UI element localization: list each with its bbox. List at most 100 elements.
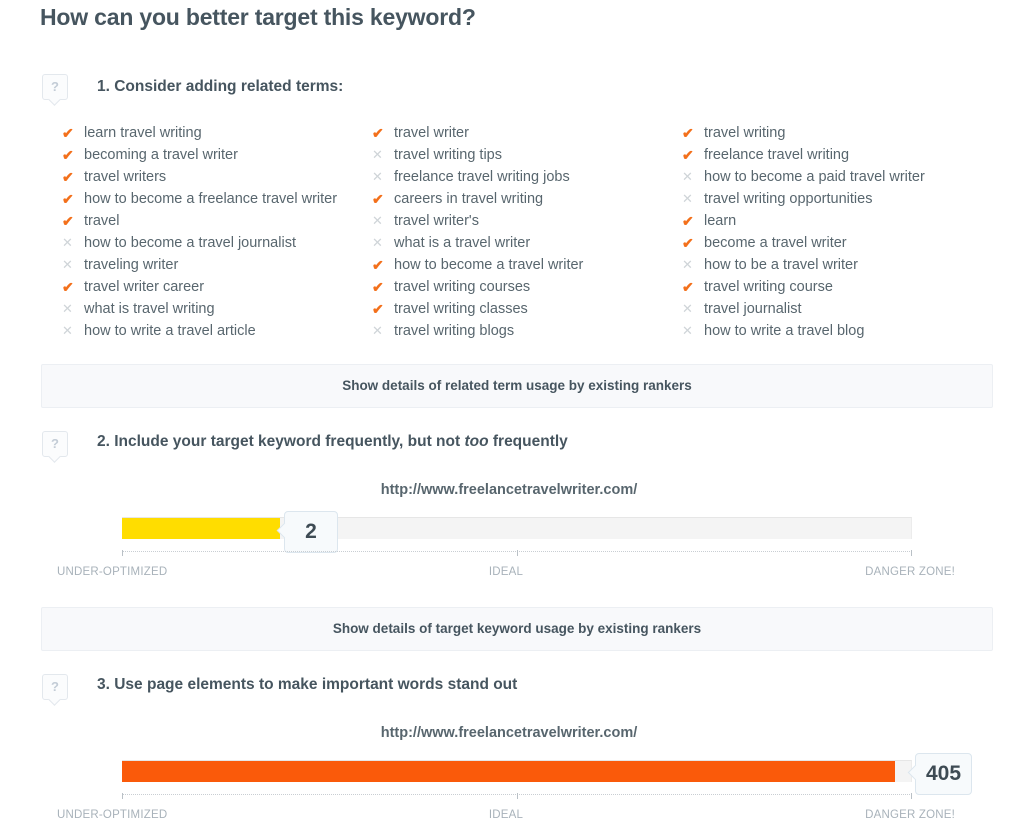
axis-label-under-optimized: UNDER-OPTIMIZED: [57, 809, 168, 821]
cross-icon: ✕: [372, 235, 383, 250]
list-item[interactable]: ✕ travel writing blogs: [372, 320, 682, 342]
check-icon: ✔: [62, 147, 74, 163]
term-label: travel writing courses: [394, 279, 531, 295]
list-item[interactable]: ✔ become a travel writer: [682, 232, 992, 254]
list-item[interactable]: ✕ how to be a travel writer: [682, 254, 992, 276]
list-item[interactable]: ✔ travel writing courses: [372, 276, 682, 298]
cross-icon: ✕: [682, 191, 693, 206]
help-icon-section-1[interactable]: ?: [42, 74, 68, 100]
gauge-2-track: [122, 760, 912, 782]
check-icon: ✔: [682, 279, 694, 295]
term-label: traveling writer: [84, 257, 179, 273]
term-label: how to write a travel blog: [704, 323, 865, 339]
axis-tick-left: [122, 793, 123, 799]
gauge-1-url: http://www.freelancetravelwriter.com/: [380, 482, 638, 498]
list-item[interactable]: ✔ how to become a freelance travel writer: [62, 188, 372, 210]
cross-icon: ✕: [372, 169, 383, 184]
section-2-heading-post: frequently: [488, 433, 568, 450]
list-item[interactable]: ✕ traveling writer: [62, 254, 372, 276]
term-label: how to become a travel journalist: [84, 235, 296, 251]
gauge-1-fill: [122, 518, 280, 539]
related-terms-column-1: ✔ learn travel writing ✔ becoming a travel…: [62, 122, 372, 342]
list-item[interactable]: ✔ learn: [682, 210, 992, 232]
cross-icon: ✕: [62, 323, 73, 338]
list-item[interactable]: ✕ travel writer's: [372, 210, 682, 232]
term-label: travel writing blogs: [394, 323, 515, 339]
term-label: becoming a travel writer: [84, 147, 238, 163]
list-item[interactable]: ✔ travel: [62, 210, 372, 232]
list-item[interactable]: ✔ travel writer career: [62, 276, 372, 298]
check-icon: ✔: [682, 125, 694, 141]
axis-label-ideal: IDEAL: [488, 566, 524, 578]
list-item[interactable]: ✕ what is travel writing: [62, 298, 372, 320]
term-label: travel writing tips: [394, 147, 502, 163]
related-terms-column-2: ✔ travel writer ✕ travel writing tips ✕ fre…: [372, 122, 682, 342]
gauge-2-fill: [122, 761, 896, 782]
cross-icon: ✕: [372, 323, 383, 338]
list-item[interactable]: ✕ travel writing opportunities: [682, 188, 992, 210]
list-item[interactable]: ✔ how to become a travel writer: [372, 254, 682, 276]
list-item[interactable]: ✕ how to write a travel blog: [682, 320, 992, 342]
list-item[interactable]: ✕ how to become a paid travel writer: [682, 166, 992, 188]
list-item[interactable]: ✔ becoming a travel writer: [62, 144, 372, 166]
term-label: travel writing opportunities: [704, 191, 873, 207]
check-icon: ✔: [682, 147, 694, 163]
list-item[interactable]: ✔ travel writer: [372, 122, 682, 144]
term-label: travel writing: [704, 125, 786, 141]
help-icon-section-2[interactable]: ?: [42, 431, 68, 457]
gauge-2-url: http://www.freelancetravelwriter.com/: [380, 725, 638, 741]
list-item[interactable]: ✔ freelance travel writing: [682, 144, 992, 166]
term-label: travel: [84, 213, 120, 229]
list-item[interactable]: ✔ travel writers: [62, 166, 372, 188]
list-item[interactable]: ✕ travel writing tips: [372, 144, 682, 166]
gauge-2-axis: [122, 793, 912, 801]
cross-icon: ✕: [682, 323, 693, 338]
term-label: travel writers: [84, 169, 167, 185]
list-item[interactable]: ✔ careers in travel writing: [372, 188, 682, 210]
term-label: how to write a travel article: [84, 323, 256, 339]
axis-label-ideal: IDEAL: [488, 809, 524, 821]
list-item[interactable]: ✔ travel writing course: [682, 276, 992, 298]
cross-icon: ✕: [682, 301, 693, 316]
related-terms-list: ✔ learn travel writing ✔ becoming a travel…: [62, 122, 1002, 342]
show-related-term-details-button[interactable]: Show details of related term usage by ex…: [41, 364, 993, 408]
term-label: what is travel writing: [84, 301, 215, 317]
check-icon: ✔: [372, 125, 384, 141]
list-item[interactable]: ✕ travel journalist: [682, 298, 992, 320]
check-icon: ✔: [372, 257, 384, 273]
term-label: how to become a freelance travel writer: [84, 191, 338, 207]
axis-label-under-optimized: UNDER-OPTIMIZED: [57, 566, 168, 578]
section-2-heading-emphasis: too: [464, 433, 489, 450]
section-2-heading: 2. Include your target keyword frequentl…: [97, 433, 568, 451]
help-icon-section-3[interactable]: ?: [42, 674, 68, 700]
term-label: learn: [704, 213, 737, 229]
gauge-1-value-callout: 2: [284, 511, 338, 553]
axis-label-danger-zone: DANGER ZONE!: [865, 566, 955, 578]
list-item[interactable]: ✕ what is a travel writer: [372, 232, 682, 254]
check-icon: ✔: [62, 213, 74, 229]
list-item[interactable]: ✕ freelance travel writing jobs: [372, 166, 682, 188]
section-1-heading: 1. Consider adding related terms:: [97, 78, 344, 95]
term-label: careers in travel writing: [394, 191, 544, 207]
list-item[interactable]: ✕ how to write a travel article: [62, 320, 372, 342]
list-item[interactable]: ✔ travel writing: [682, 122, 992, 144]
term-label: travel journalist: [704, 301, 802, 317]
term-label: travel writer career: [84, 279, 205, 295]
axis-tick-left: [122, 550, 123, 556]
axis-tick-center: [517, 550, 518, 556]
term-label: how to be a travel writer: [704, 257, 858, 273]
axis-tick-center: [517, 793, 518, 799]
term-label: freelance travel writing jobs: [394, 169, 570, 185]
cross-icon: ✕: [62, 301, 73, 316]
show-target-keyword-details-button[interactable]: Show details of target keyword usage by …: [41, 607, 993, 651]
term-label: freelance travel writing: [704, 147, 850, 163]
axis-tick-right: [911, 550, 912, 556]
term-label: travel writer's: [394, 213, 479, 229]
check-icon: ✔: [62, 279, 74, 295]
gauge-2-value-callout: 405: [915, 753, 973, 795]
cross-icon: ✕: [682, 169, 693, 184]
list-item[interactable]: ✔ learn travel writing: [62, 122, 372, 144]
check-icon: ✔: [62, 191, 74, 207]
list-item[interactable]: ✔ travel writing classes: [372, 298, 682, 320]
list-item[interactable]: ✕ how to become a travel journalist: [62, 232, 372, 254]
